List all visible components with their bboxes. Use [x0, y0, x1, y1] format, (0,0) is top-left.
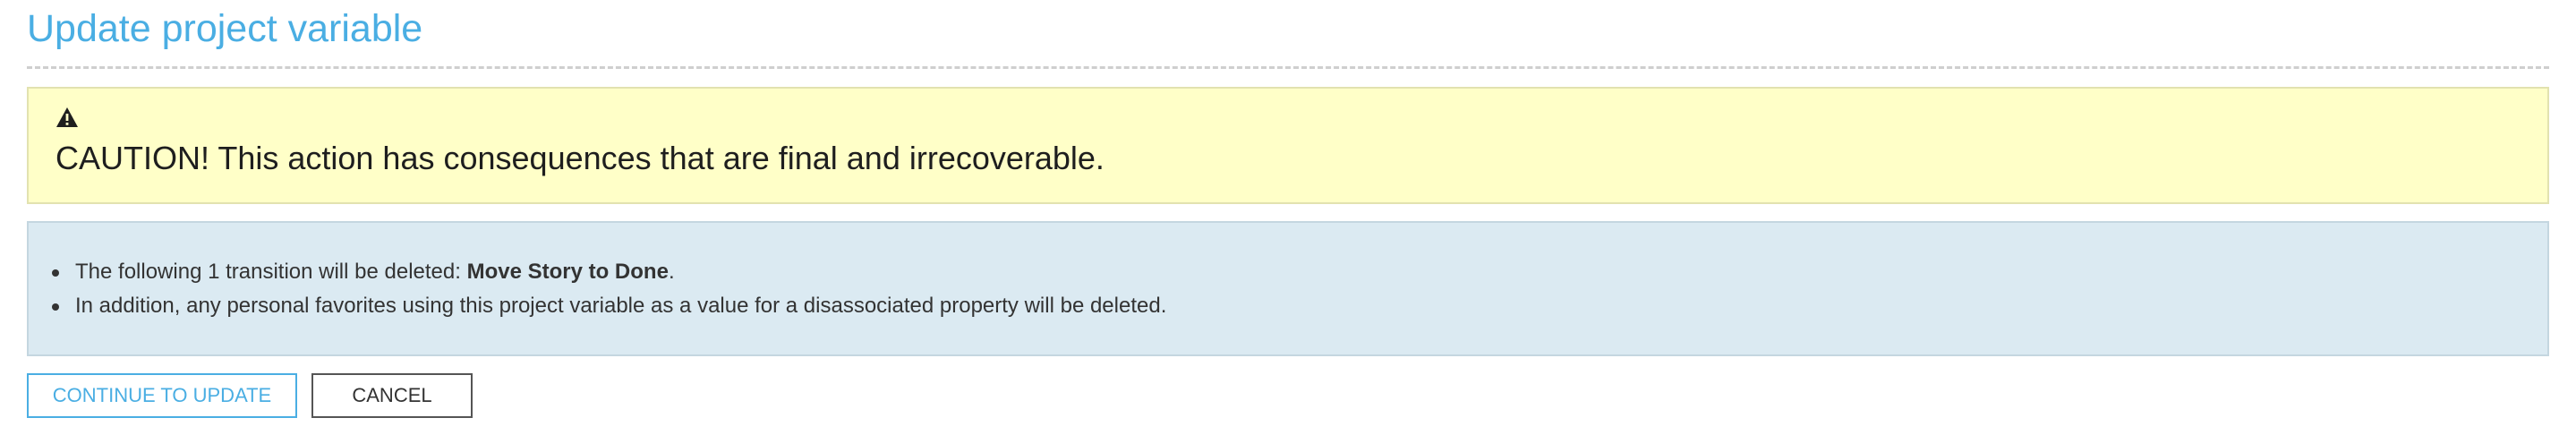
transition-name: Move Story to Done: [466, 260, 669, 284]
info-item-text: In addition, any personal favorites usin…: [75, 294, 1167, 318]
info-panel: The following 1 transition will be delet…: [27, 221, 2549, 356]
page-title: Update project variable: [27, 7, 423, 50]
list-item: In addition, any personal favorites usin…: [52, 289, 1166, 323]
caution-message: CAUTION! This action has consequences th…: [55, 140, 1105, 176]
bullet-icon: [52, 303, 59, 311]
cancel-button[interactable]: CANCEL: [311, 373, 473, 418]
info-item-suffix: .: [668, 260, 675, 284]
list-item: The following 1 transition will be delet…: [52, 255, 1166, 289]
info-list: The following 1 transition will be delet…: [52, 255, 1166, 323]
title-divider: [27, 66, 2549, 69]
continue-to-update-button[interactable]: CONTINUE TO UPDATE: [27, 373, 297, 418]
caution-banner: CAUTION! This action has consequences th…: [27, 87, 2549, 204]
warning-triangle-icon: [55, 107, 79, 128]
bullet-icon: [52, 269, 59, 277]
info-item-text: The following 1 transition will be delet…: [75, 260, 467, 284]
